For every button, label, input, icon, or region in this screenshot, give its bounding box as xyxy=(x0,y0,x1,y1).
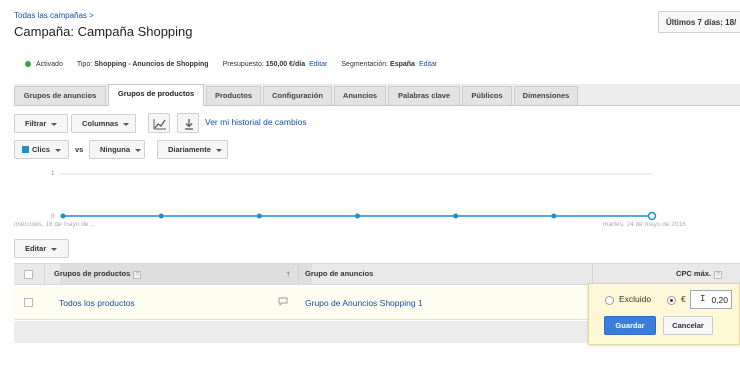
column-header-max-cpc-label: CPC máx. xyxy=(676,269,712,278)
tab-keywords[interactable]: Palabras clave xyxy=(388,86,460,105)
filter-button[interactable]: Filtrar xyxy=(14,114,68,133)
compare-metric-selector[interactable]: Ninguna xyxy=(89,140,145,159)
chart-toggle-button[interactable] xyxy=(148,113,170,133)
columns-button[interactable]: Columnas xyxy=(71,114,136,133)
help-icon[interactable]: ? xyxy=(133,271,142,279)
download-button[interactable] xyxy=(177,113,199,133)
row-checkbox[interactable] xyxy=(24,298,33,307)
excluded-radio[interactable] xyxy=(605,296,614,305)
chevron-down-icon xyxy=(123,122,130,126)
performance-chart xyxy=(60,173,657,221)
campaign-status-row: Activado Tipo: Shopping - Anuncios de Sh… xyxy=(25,59,437,69)
status-active-icon xyxy=(25,61,31,67)
chevron-down-icon xyxy=(51,122,58,126)
column-header-max-cpc[interactable]: CPC máx.? xyxy=(676,269,723,279)
ad-group-link[interactable]: Grupo de Anuncios Shopping 1 xyxy=(305,298,423,308)
compare-metric-label: Ninguna xyxy=(100,145,130,154)
edit-menu-label: Editar xyxy=(25,244,47,253)
budget-label: Presupuesto: xyxy=(222,60,264,68)
filter-button-label: Filtrar xyxy=(25,119,47,128)
edit-budget-link[interactable]: Editar xyxy=(309,61,327,68)
type-label: Tipo: xyxy=(76,60,93,68)
comment-icon[interactable] xyxy=(278,297,288,306)
save-button[interactable]: Guardar xyxy=(604,316,656,335)
budget-value: 150,00 €/día xyxy=(265,60,306,68)
currency-symbol: € xyxy=(681,294,686,304)
type-value: Shopping - Anuncios de Shopping xyxy=(94,60,209,68)
data-point[interactable] xyxy=(647,211,657,221)
tab-dimensions[interactable]: Dimensiones xyxy=(514,86,578,105)
tab-ad-groups[interactable]: Grupos de anuncios xyxy=(14,86,106,105)
max-cpc-input[interactable] xyxy=(690,290,732,309)
chart-end-date: martes, 24 de mayo de 2016 xyxy=(603,221,686,228)
metric-selector-label: Clics xyxy=(32,145,50,154)
column-header-ad-group[interactable]: Grupo de anuncios xyxy=(305,269,373,278)
data-point[interactable] xyxy=(453,213,459,219)
columns-button-label: Columnas xyxy=(82,119,119,128)
line-chart-icon xyxy=(153,119,166,130)
tab-ads[interactable]: Anuncios xyxy=(334,86,386,105)
breadcrumb[interactable]: Todas las campañas > xyxy=(14,11,94,20)
date-range-selector[interactable]: Últimos 7 días: 18/ xyxy=(658,11,740,33)
chevron-down-icon xyxy=(54,148,61,152)
change-history-link[interactable]: Ver mi historial de cambios xyxy=(205,117,307,127)
data-point[interactable] xyxy=(551,213,557,219)
campaign-state: Activado xyxy=(36,60,63,68)
column-header-product-groups-label: Grupos de productos xyxy=(54,269,131,278)
bid-amount-radio[interactable] xyxy=(667,296,676,305)
column-header-product-groups[interactable]: Grupos de productos? xyxy=(54,269,142,279)
download-icon xyxy=(185,119,193,130)
product-group-link[interactable]: Todos los productos xyxy=(59,298,135,308)
interval-selector[interactable]: Diariamente xyxy=(157,140,228,159)
data-point[interactable] xyxy=(60,213,66,219)
chart-start-date: miércoles, 18 de mayo de ... xyxy=(14,221,96,228)
sort-ascending-icon[interactable]: ↑ xyxy=(286,269,290,278)
tab-settings[interactable]: Configuración xyxy=(263,86,332,105)
series-color-swatch xyxy=(22,146,29,153)
data-point[interactable] xyxy=(158,213,164,219)
interval-selector-label: Diariamente xyxy=(168,145,211,154)
tab-audiences[interactable]: Públicos xyxy=(462,86,512,105)
chevron-down-icon xyxy=(215,148,222,152)
chevron-down-icon xyxy=(135,148,141,152)
chevron-down-icon xyxy=(51,247,58,251)
metric-selector[interactable]: Clics xyxy=(14,140,69,159)
max-cpc-editor-popup: Excluido € I Guardar Cancelar xyxy=(588,283,740,345)
excluded-label: Excluido xyxy=(619,294,652,304)
targeting-label: Segmentación: xyxy=(341,60,389,68)
edit-menu-button[interactable]: Editar xyxy=(14,239,69,258)
edit-targeting-link[interactable]: Editar xyxy=(419,61,437,68)
text-cursor-icon: I xyxy=(700,294,706,304)
help-icon[interactable]: ? xyxy=(714,271,723,279)
tab-products[interactable]: Productos xyxy=(206,86,261,105)
tab-product-groups[interactable]: Grupos de productos xyxy=(108,84,204,106)
page-title: Campaña: Campaña Shopping xyxy=(14,24,193,39)
vs-label: vs xyxy=(75,145,84,154)
select-all-checkbox[interactable] xyxy=(24,270,33,279)
cancel-button[interactable]: Cancelar xyxy=(663,316,713,335)
data-point[interactable] xyxy=(355,213,360,219)
data-point[interactable] xyxy=(256,213,262,219)
targeting-value: España xyxy=(390,60,415,68)
